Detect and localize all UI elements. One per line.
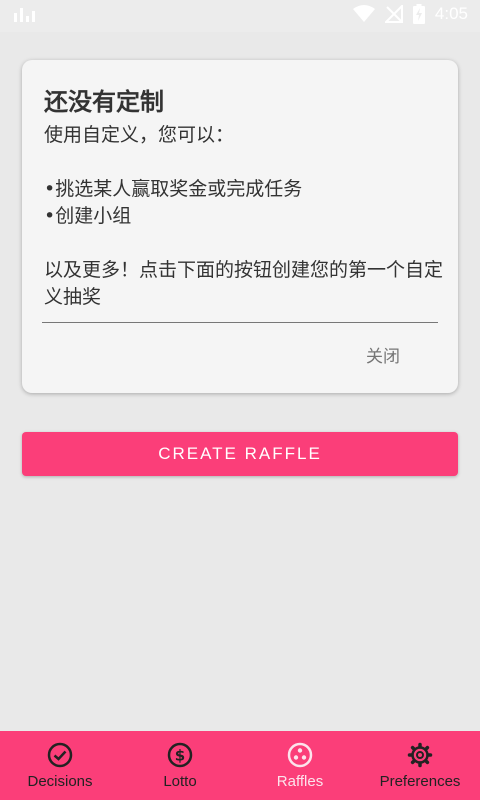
no-signal-icon xyxy=(384,5,403,23)
nav-label-lotto: Lotto xyxy=(163,773,197,790)
bottom-navigation: Decisions $ Lotto Raffles Preferences xyxy=(0,731,480,800)
nav-item-preferences[interactable]: Preferences xyxy=(360,731,480,800)
raffle-dots-icon xyxy=(287,742,313,768)
close-button[interactable]: 关闭 xyxy=(360,338,406,371)
check-circle-icon xyxy=(47,742,73,768)
nav-label-preferences: Preferences xyxy=(379,773,461,790)
card-title: 还没有定制 xyxy=(44,88,164,116)
create-raffle-button[interactable]: CREATE RAFFLE xyxy=(22,432,458,476)
card-body-text: 使用自定义，您可以： •挑选某人赢取奖金或完成任务 •创建小组 以及更多！点击下… xyxy=(44,124,444,308)
dollar-circle-icon: $ xyxy=(167,742,193,768)
svg-text:$: $ xyxy=(175,747,185,765)
nav-item-raffles[interactable]: Raffles xyxy=(240,731,360,800)
nav-label-decisions: Decisions xyxy=(27,773,93,790)
wifi-icon xyxy=(352,5,375,22)
gear-icon xyxy=(407,742,433,768)
empty-state-card: 还没有定制 使用自定义，您可以： •挑选某人赢取奖金或完成任务 •创建小组 以及… xyxy=(22,60,458,393)
status-bar: 4:05 xyxy=(0,0,480,32)
signal-strength-icon xyxy=(14,8,35,22)
nav-item-decisions[interactable]: Decisions xyxy=(0,731,120,800)
divider xyxy=(42,322,438,323)
nav-item-lotto[interactable]: $ Lotto xyxy=(120,731,240,800)
nav-label-raffles: Raffles xyxy=(276,773,324,790)
clock: 4:05 xyxy=(434,4,468,23)
battery-charging-icon xyxy=(412,4,425,24)
